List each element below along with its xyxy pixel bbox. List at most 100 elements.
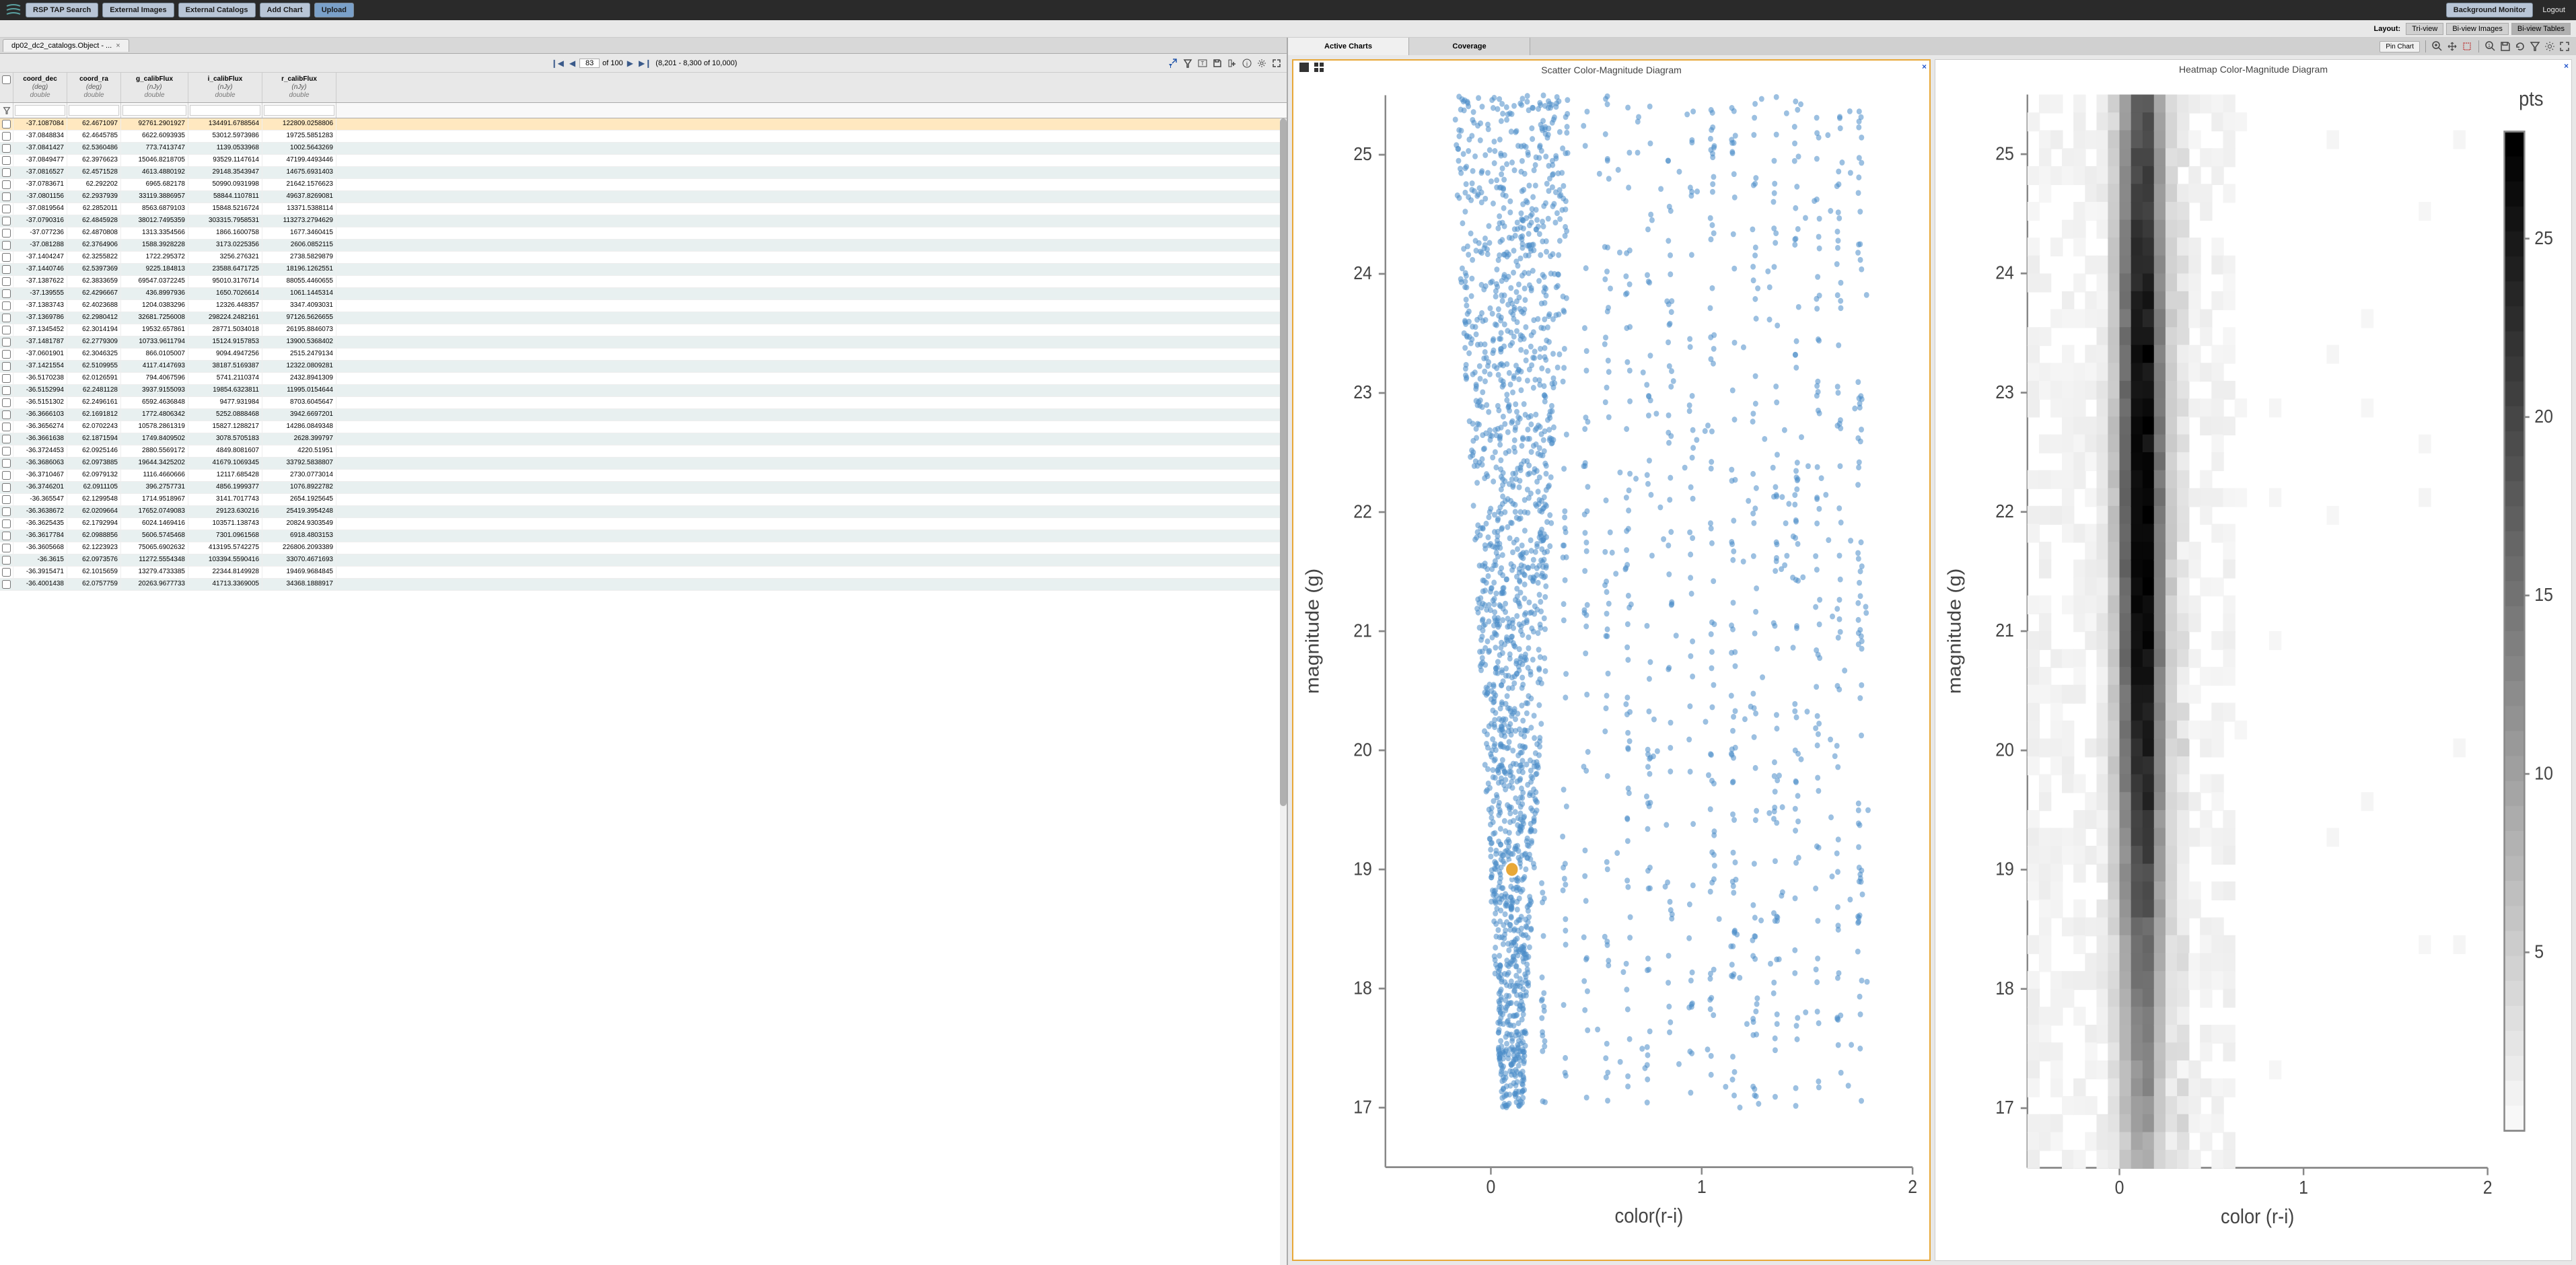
table-row[interactable]: -36.515299462.24811283937.915509319854.6… xyxy=(0,385,1287,397)
first-page-icon[interactable]: ❙◀ xyxy=(550,59,565,68)
table-row[interactable]: -36.360566862.122392375065.6902632413195… xyxy=(0,542,1287,554)
save-chart-icon[interactable] xyxy=(2499,40,2511,52)
filter-input[interactable] xyxy=(122,105,186,116)
filter-icon[interactable] xyxy=(1182,57,1194,69)
table-row[interactable]: -37.079031662.484592838012.7495359303315… xyxy=(0,215,1287,227)
row-checkbox[interactable] xyxy=(2,350,11,359)
table-row[interactable]: -37.080115662.293793933119.388695758844.… xyxy=(0,191,1287,203)
text-view-icon[interactable]: T xyxy=(1196,57,1209,69)
table-row[interactable]: -37.142155462.51099554117.414769338187.5… xyxy=(0,361,1287,373)
save-icon[interactable] xyxy=(1211,57,1223,69)
prev-page-icon[interactable]: ◀ xyxy=(568,59,577,68)
expand-icon[interactable] xyxy=(1271,57,1283,69)
table-row[interactable]: -37.148178762.277930910733.961179415124.… xyxy=(0,336,1287,349)
heatmap-chart[interactable]: × Heatmap Color-Magnitude Diagram 171819… xyxy=(1935,59,2572,1261)
external-catalogs-button[interactable]: External Catalogs xyxy=(178,3,256,17)
row-checkbox[interactable] xyxy=(2,229,11,238)
row-checkbox[interactable] xyxy=(2,326,11,334)
scatter-chart[interactable]: × Scatter Color-Magnitude Diagram 171819… xyxy=(1292,59,1931,1261)
external-images-button[interactable]: External Images xyxy=(102,3,174,17)
col-header[interactable]: coord_ra(deg)double xyxy=(67,73,121,102)
filter-toggle-icon[interactable] xyxy=(1167,57,1179,69)
table-row[interactable]: -37.060190162.3046325866.01050079094.494… xyxy=(0,349,1287,361)
row-checkbox[interactable] xyxy=(2,471,11,480)
table-row[interactable]: -37.07723662.48708081313.33545661866.160… xyxy=(0,227,1287,240)
table-row[interactable]: -37.138374362.40236881204.038329612326.4… xyxy=(0,300,1287,312)
row-checkbox[interactable] xyxy=(2,241,11,250)
table-row[interactable]: -36.363867262.020966417652.074908329123.… xyxy=(0,506,1287,518)
row-checkbox[interactable] xyxy=(2,423,11,431)
table-row[interactable]: -36.374620162.0911105396.27577314856.199… xyxy=(0,482,1287,494)
row-checkbox[interactable] xyxy=(2,386,11,395)
filter-chart-icon[interactable] xyxy=(2529,40,2541,52)
row-checkbox[interactable] xyxy=(2,495,11,504)
table-row[interactable]: -36.366610362.16918121772.48063425252.08… xyxy=(0,409,1287,421)
row-checkbox[interactable] xyxy=(2,507,11,516)
table-row[interactable]: -37.08128862.37649061588.39282283173.022… xyxy=(0,240,1287,252)
scrollbar-thumb[interactable] xyxy=(1280,118,1287,806)
restore-icon[interactable] xyxy=(2514,40,2526,52)
scrollbar-track[interactable] xyxy=(1280,118,1287,1265)
pan-icon[interactable] xyxy=(2446,40,2458,52)
filter-input[interactable] xyxy=(190,105,260,116)
row-checkbox[interactable] xyxy=(2,410,11,419)
table-row[interactable]: -37.140424762.32558221722.2953723256.276… xyxy=(0,252,1287,264)
table-row[interactable]: -36.366163862.18715941749.84095023078.57… xyxy=(0,433,1287,445)
chart-settings-icon[interactable] xyxy=(2544,40,2556,52)
close-chart-icon[interactable]: × xyxy=(2564,61,2569,71)
zoom-in-icon[interactable] xyxy=(2431,40,2443,52)
col-header[interactable]: i_calibFlux(nJy)double xyxy=(188,73,262,102)
row-checkbox[interactable] xyxy=(2,483,11,492)
row-checkbox[interactable] xyxy=(2,314,11,322)
row-checkbox[interactable] xyxy=(2,568,11,577)
row-checkbox[interactable] xyxy=(2,532,11,540)
rsp-tap-search-button[interactable]: RSP TAP Search xyxy=(26,3,98,17)
row-checkbox[interactable] xyxy=(2,519,11,528)
table-row[interactable]: -36.365627462.070224310578.286131915827.… xyxy=(0,421,1287,433)
table-row[interactable]: -36.400143862.075775920263.967773341713.… xyxy=(0,579,1287,591)
row-checkbox[interactable] xyxy=(2,277,11,286)
row-checkbox[interactable] xyxy=(2,205,11,213)
row-checkbox[interactable] xyxy=(2,132,11,141)
chart-expand-icon[interactable] xyxy=(2559,40,2571,52)
close-chart-icon[interactable]: × xyxy=(1922,62,1927,71)
table-row[interactable]: -37.138762262.383365969547.037224595010.… xyxy=(0,276,1287,288)
upload-button[interactable]: Upload xyxy=(314,3,354,17)
table-body[interactable]: -37.108708462.467109792761.2901927134491… xyxy=(0,118,1287,1265)
next-page-icon[interactable]: ▶ xyxy=(626,59,635,68)
single-layout-icon[interactable] xyxy=(1299,62,1310,73)
page-input[interactable] xyxy=(579,59,600,68)
table-row[interactable]: -37.108708462.467109792761.2901927134491… xyxy=(0,118,1287,131)
table-row[interactable]: -37.084947762.397662315046.821870593529.… xyxy=(0,155,1287,167)
row-checkbox[interactable] xyxy=(2,398,11,407)
table-row[interactable]: -36.361778462.09888565606.57454687301.09… xyxy=(0,530,1287,542)
filter-input[interactable] xyxy=(15,105,65,116)
table-row[interactable]: -37.084142762.5360486773.74137471139.053… xyxy=(0,143,1287,155)
row-checkbox[interactable] xyxy=(2,289,11,298)
row-checkbox[interactable] xyxy=(2,374,11,383)
table-row[interactable]: -36.36554762.12995481714.95189673141.701… xyxy=(0,494,1287,506)
layout-biview-tables[interactable]: Bi-view Tables xyxy=(2511,23,2571,35)
row-checkbox[interactable] xyxy=(2,544,11,552)
filter-icon-cell[interactable] xyxy=(0,103,13,118)
pin-chart-button[interactable]: Pin Chart xyxy=(2380,41,2420,52)
table-row[interactable]: -37.144074662.53973699225.18481323588.64… xyxy=(0,264,1287,276)
row-checkbox[interactable] xyxy=(2,120,11,129)
row-checkbox[interactable] xyxy=(2,192,11,201)
checkbox-header[interactable] xyxy=(0,73,13,102)
logout-link[interactable]: Logout xyxy=(2537,6,2571,14)
filter-input[interactable] xyxy=(264,105,334,116)
table-row[interactable]: -36.361562.097357611272.5554348103394.55… xyxy=(0,554,1287,567)
select-icon[interactable] xyxy=(2461,40,2473,52)
table-row[interactable]: -37.13955562.4296667436.89979361650.7026… xyxy=(0,288,1287,300)
close-tab-icon[interactable]: × xyxy=(116,42,120,50)
row-checkbox[interactable] xyxy=(2,265,11,274)
table-row[interactable]: -36.391547162.101565913279.473338522344.… xyxy=(0,567,1287,579)
row-checkbox[interactable] xyxy=(2,180,11,189)
tab-active-charts[interactable]: Active Charts xyxy=(1288,38,1409,55)
table-row[interactable]: -37.136978662.298041232681.7256008298224… xyxy=(0,312,1287,324)
filter-input[interactable] xyxy=(69,105,119,116)
row-checkbox[interactable] xyxy=(2,362,11,371)
row-checkbox[interactable] xyxy=(2,580,11,589)
table-row[interactable]: -36.515130262.24961616592.46368489477.93… xyxy=(0,397,1287,409)
